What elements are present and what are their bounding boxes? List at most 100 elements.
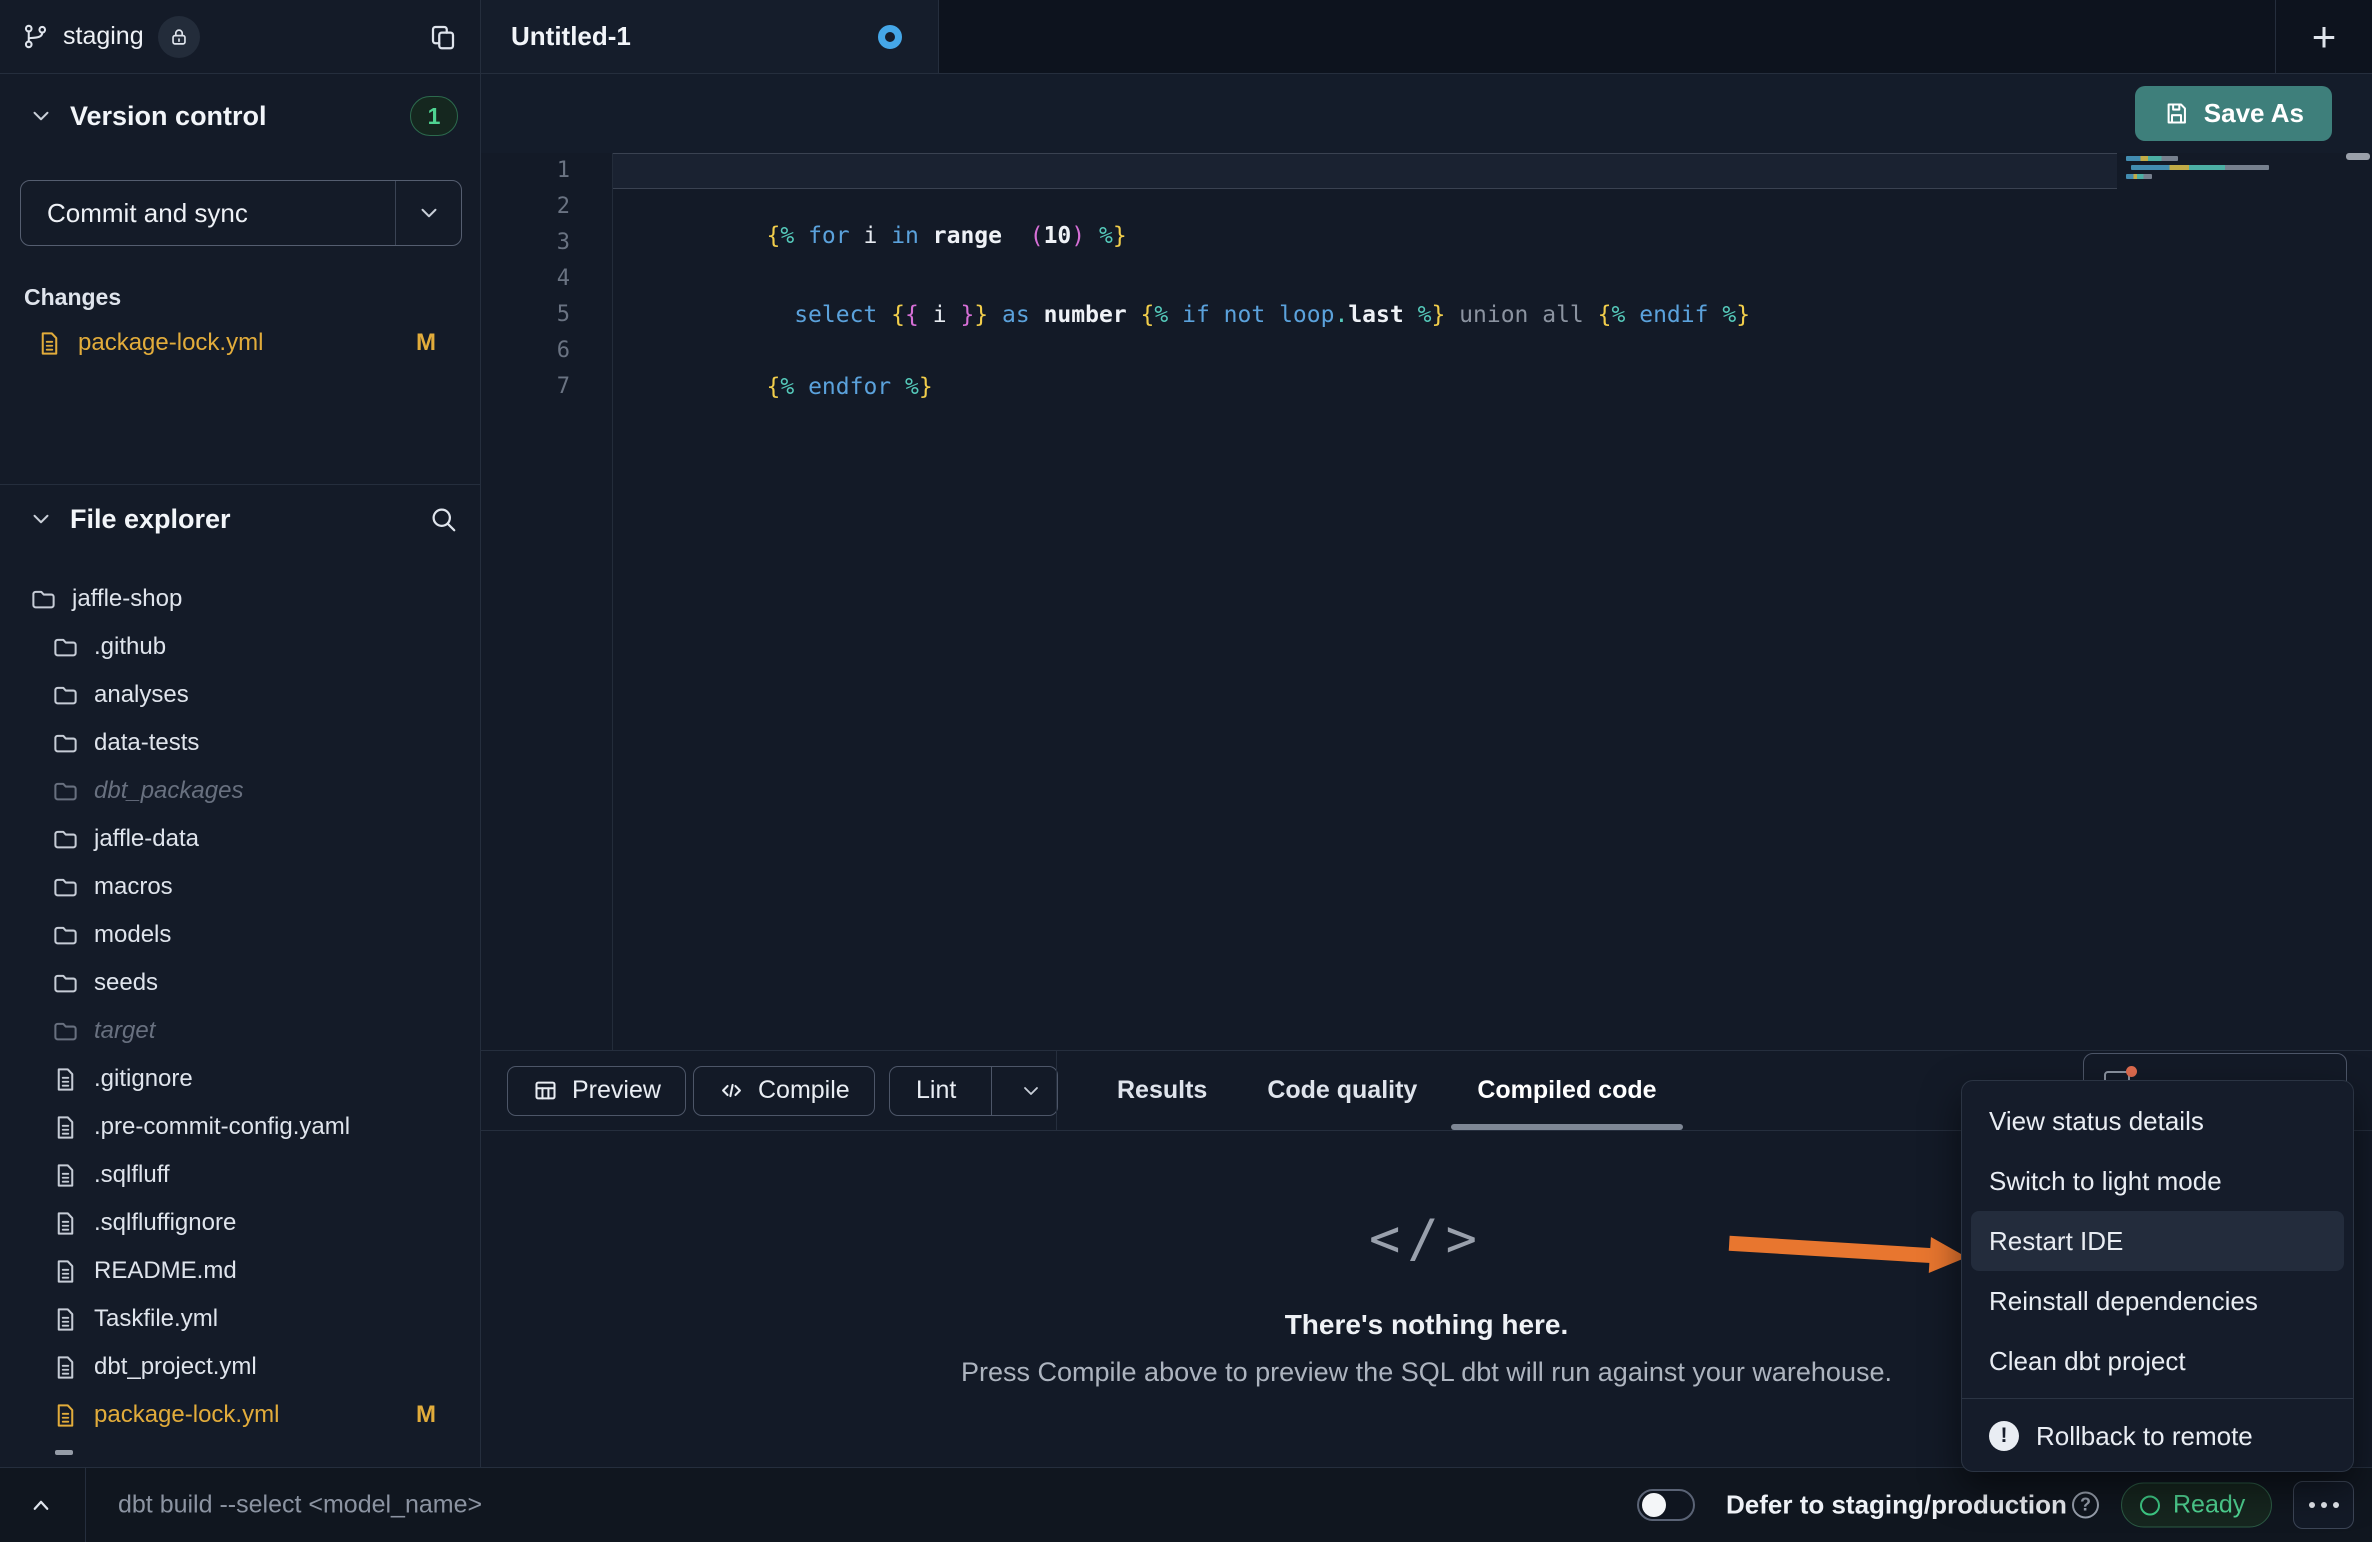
modified-badge: M xyxy=(416,1401,436,1429)
line-content xyxy=(612,261,2117,297)
preview-button[interactable]: Preview xyxy=(507,1066,686,1116)
line-content xyxy=(612,369,2117,405)
command-bar: dbt build --select <model_name> Defer to… xyxy=(0,1467,2372,1542)
status-badge[interactable]: Ready xyxy=(2121,1483,2272,1528)
file-tree-row[interactable]: target xyxy=(0,1007,480,1055)
file-icon xyxy=(36,330,63,357)
chevron-down-icon xyxy=(28,506,54,532)
file-tree-row[interactable]: jaffle-data xyxy=(0,815,480,863)
file-tree-row[interactable]: seeds xyxy=(0,959,480,1007)
git-branch-header: staging xyxy=(0,0,481,74)
file-tree-row[interactable]: .github xyxy=(0,623,480,671)
save-icon xyxy=(2163,100,2190,127)
file-tree-icon xyxy=(52,682,79,709)
file-tree-row[interactable]: analyses xyxy=(0,671,480,719)
menu-item[interactable]: Switch to light mode xyxy=(1971,1151,2344,1211)
chevron-down-icon xyxy=(28,103,54,129)
version-control-title: Version control xyxy=(70,101,267,132)
results-tab[interactable]: Compiled code xyxy=(1447,1051,1686,1130)
menu-item[interactable]: Reinstall dependencies xyxy=(1971,1271,2344,1331)
lint-split-divider xyxy=(991,1067,992,1115)
file-search-icon[interactable] xyxy=(428,504,458,534)
table-icon xyxy=(532,1077,559,1104)
toggle-knob xyxy=(1642,1493,1666,1517)
help-icon[interactable]: ? xyxy=(2072,1492,2099,1519)
file-tree-row[interactable]: .pre-commit-config.yaml xyxy=(0,1103,480,1151)
file-tree-row[interactable]: .sqlfluffignore xyxy=(0,1199,480,1247)
code-lines: 1 {% for i in range (10) %} 2 3 xyxy=(481,153,2372,405)
file-tree-icon xyxy=(52,1354,79,1381)
editor-toolbar: Save As xyxy=(481,74,2372,153)
commit-and-sync-button[interactable]: Commit and sync xyxy=(20,180,462,246)
commit-options-caret[interactable] xyxy=(395,181,461,245)
line-content xyxy=(612,333,2117,369)
changed-file-row[interactable]: package-lock.yml M xyxy=(0,319,480,367)
tab-title: Untitled-1 xyxy=(511,21,631,52)
menu-item[interactable]: ! Rollback to remote xyxy=(1971,1406,2344,1466)
chevron-down-icon xyxy=(416,200,442,226)
file-tree-icon xyxy=(52,970,79,997)
line-number: 5 xyxy=(481,297,612,333)
unsaved-changes-dot-icon xyxy=(878,25,902,49)
file-tree-row[interactable]: Taskfile.yml xyxy=(0,1295,480,1343)
code-line[interactable]: 7 xyxy=(481,369,2372,405)
clipped-file-row xyxy=(55,1450,73,1455)
line-number: 6 xyxy=(481,333,612,369)
file-tree-icon xyxy=(30,586,57,613)
minimap-line xyxy=(2126,174,2152,179)
results-tabs: Results Code quality Compiled code xyxy=(1087,1051,1687,1130)
file-tree-row[interactable]: models xyxy=(0,911,480,959)
more-options-button[interactable] xyxy=(2293,1481,2354,1529)
file-tree-row[interactable]: macros xyxy=(0,863,480,911)
sidebar: Version control 1 Commit and sync Change… xyxy=(0,74,481,1467)
file-tree-icon xyxy=(52,1018,79,1045)
changes-count-badge: 1 xyxy=(410,96,458,136)
file-tree-row[interactable]: dbt_packages xyxy=(0,767,480,815)
code-line[interactable]: 6 xyxy=(481,333,2372,369)
file-tree-icon xyxy=(52,826,79,853)
code-line[interactable]: 5 {% endfor %} xyxy=(481,297,2372,333)
code-line[interactable]: 4 xyxy=(481,261,2372,297)
line-content: select {{ i }} as number {% if not loop.… xyxy=(612,225,2117,261)
defer-toggle[interactable] xyxy=(1637,1489,1695,1521)
code-editor[interactable]: 1 {% for i in range (10) %} 2 3 xyxy=(481,153,2372,1050)
dbt-ide-window: staging Untitled-1 + Version control 1 C… xyxy=(0,0,2372,1542)
file-tree-row[interactable]: README.md xyxy=(0,1247,480,1295)
file-tree-row[interactable]: jaffle-shop xyxy=(0,575,480,623)
menu-item[interactable]: Restart IDE xyxy=(1971,1211,2344,1271)
command-bar-divider xyxy=(85,1468,86,1542)
expand-command-bar-icon[interactable] xyxy=(26,1490,56,1520)
file-tree-icon xyxy=(52,1258,79,1285)
lint-button[interactable]: Lint xyxy=(889,1066,1058,1116)
alert-icon: ! xyxy=(1989,1421,2019,1451)
results-tab[interactable]: Code quality xyxy=(1237,1051,1447,1130)
scrollbar-thumb[interactable] xyxy=(2346,153,2370,160)
file-tree-row[interactable]: package-lock.yml M xyxy=(0,1391,480,1439)
file-explorer-header[interactable]: File explorer xyxy=(28,493,458,545)
gutter-divider xyxy=(612,153,613,1050)
line-content: {% endfor %} xyxy=(612,297,2117,333)
file-tree-row[interactable]: dbt_project.yml xyxy=(0,1343,480,1391)
lint-options-caret[interactable] xyxy=(1005,1079,1057,1103)
save-as-button[interactable]: Save As xyxy=(2135,86,2332,141)
file-tree-row[interactable]: data-tests xyxy=(0,719,480,767)
new-tab-button[interactable]: + xyxy=(2275,0,2372,73)
tab-untitled-1[interactable]: Untitled-1 xyxy=(481,0,939,73)
file-tree-row[interactable]: .sqlfluff xyxy=(0,1151,480,1199)
compile-button[interactable]: Compile xyxy=(693,1066,875,1116)
menu-item[interactable]: Clean dbt project xyxy=(1971,1331,2344,1391)
code-line[interactable]: 3 select {{ i }} as number {% if not loo… xyxy=(481,225,2372,261)
sidebar-section-divider xyxy=(0,484,480,485)
command-input[interactable]: dbt build --select <model_name> xyxy=(118,1491,482,1520)
ready-ring-icon xyxy=(2140,1495,2160,1515)
code-line[interactable]: 1 {% for i in range (10) %} xyxy=(481,153,2372,189)
version-control-header[interactable]: Version control 1 xyxy=(28,90,458,142)
file-explorer-title: File explorer xyxy=(70,504,231,535)
file-tree-row[interactable]: .gitignore xyxy=(0,1055,480,1103)
copy-branch-icon[interactable] xyxy=(428,22,458,52)
results-tab[interactable]: Results xyxy=(1087,1051,1237,1130)
minimap[interactable] xyxy=(2126,155,2276,183)
menu-item[interactable]: View status details xyxy=(1971,1091,2344,1151)
file-tree-icon xyxy=(52,1306,79,1333)
code-line[interactable]: 2 xyxy=(481,189,2372,225)
